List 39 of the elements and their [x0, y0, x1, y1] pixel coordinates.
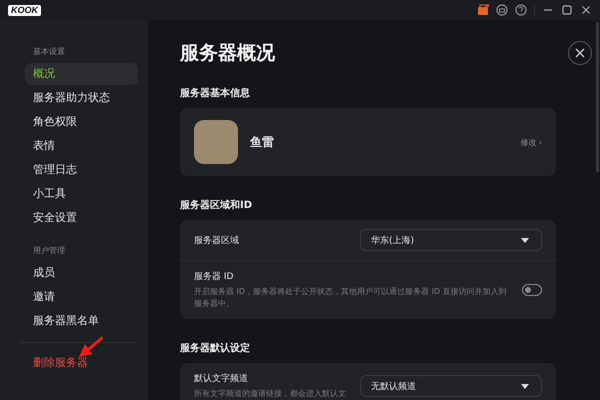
sidebar-item[interactable]: 邀请	[25, 286, 138, 308]
setting-description: 所有文字频道的邀请链接，都会进入默认文	[194, 388, 347, 400]
sidebar-item[interactable]: 概况	[25, 63, 138, 85]
server-name: 鱼雷	[250, 134, 275, 150]
close-button[interactable]	[568, 41, 592, 65]
sidebar-item[interactable]: 安全设置	[25, 207, 138, 229]
sidebar-item[interactable]: 成员	[25, 262, 138, 284]
app-logo: KOOK	[8, 4, 41, 16]
help-icon[interactable]	[515, 4, 527, 16]
shop-icon[interactable]	[477, 4, 489, 16]
setting-description: 开启服务器 ID，服务器将处于公开状态，其他用户可以通过服务器 ID 直接访问并加入到服务器中。	[194, 286, 508, 310]
toggle-switch[interactable]	[522, 284, 542, 296]
sidebar-heading: 基本设置	[33, 46, 66, 57]
sidebar-item[interactable]: 服务器黑名单	[25, 310, 138, 332]
maximize-icon[interactable]	[561, 4, 573, 16]
section-heading: 服务器默认设定	[180, 341, 251, 355]
section-heading: 服务器区域和ID	[180, 198, 254, 212]
setting-label: 服务器区域	[194, 234, 240, 246]
page-title: 服务器概况	[180, 41, 276, 66]
sidebar-heading: 用户管理	[33, 245, 66, 256]
setting-label: 默认文字频道	[194, 372, 249, 385]
robot-icon[interactable]	[496, 4, 508, 16]
section-heading: 服务器基本信息	[180, 86, 251, 100]
edit-link[interactable]: 修改 ›	[520, 136, 542, 148]
dropdown[interactable]: 华东(上海)	[360, 229, 542, 251]
sidebar-item[interactable]: 服务器助力状态	[25, 87, 138, 109]
delete-server-link[interactable]: 删除服务器	[25, 355, 88, 370]
photo-placeholder	[194, 120, 238, 164]
sidebar-item[interactable]: 表情	[25, 135, 138, 157]
dropdown[interactable]: 无默认频道	[360, 375, 542, 397]
sidebar-item[interactable]: 管理日志	[25, 159, 138, 181]
close-icon[interactable]	[580, 4, 592, 16]
close-icon	[575, 48, 585, 58]
sidebar-item[interactable]: 角色权限	[25, 111, 138, 133]
caret-icon	[521, 384, 529, 388]
arrow-icon	[77, 333, 105, 359]
setting-label: 服务器 ID	[194, 270, 234, 283]
sidebar-item[interactable]: 小工具	[25, 183, 138, 205]
caret-icon	[521, 238, 529, 242]
